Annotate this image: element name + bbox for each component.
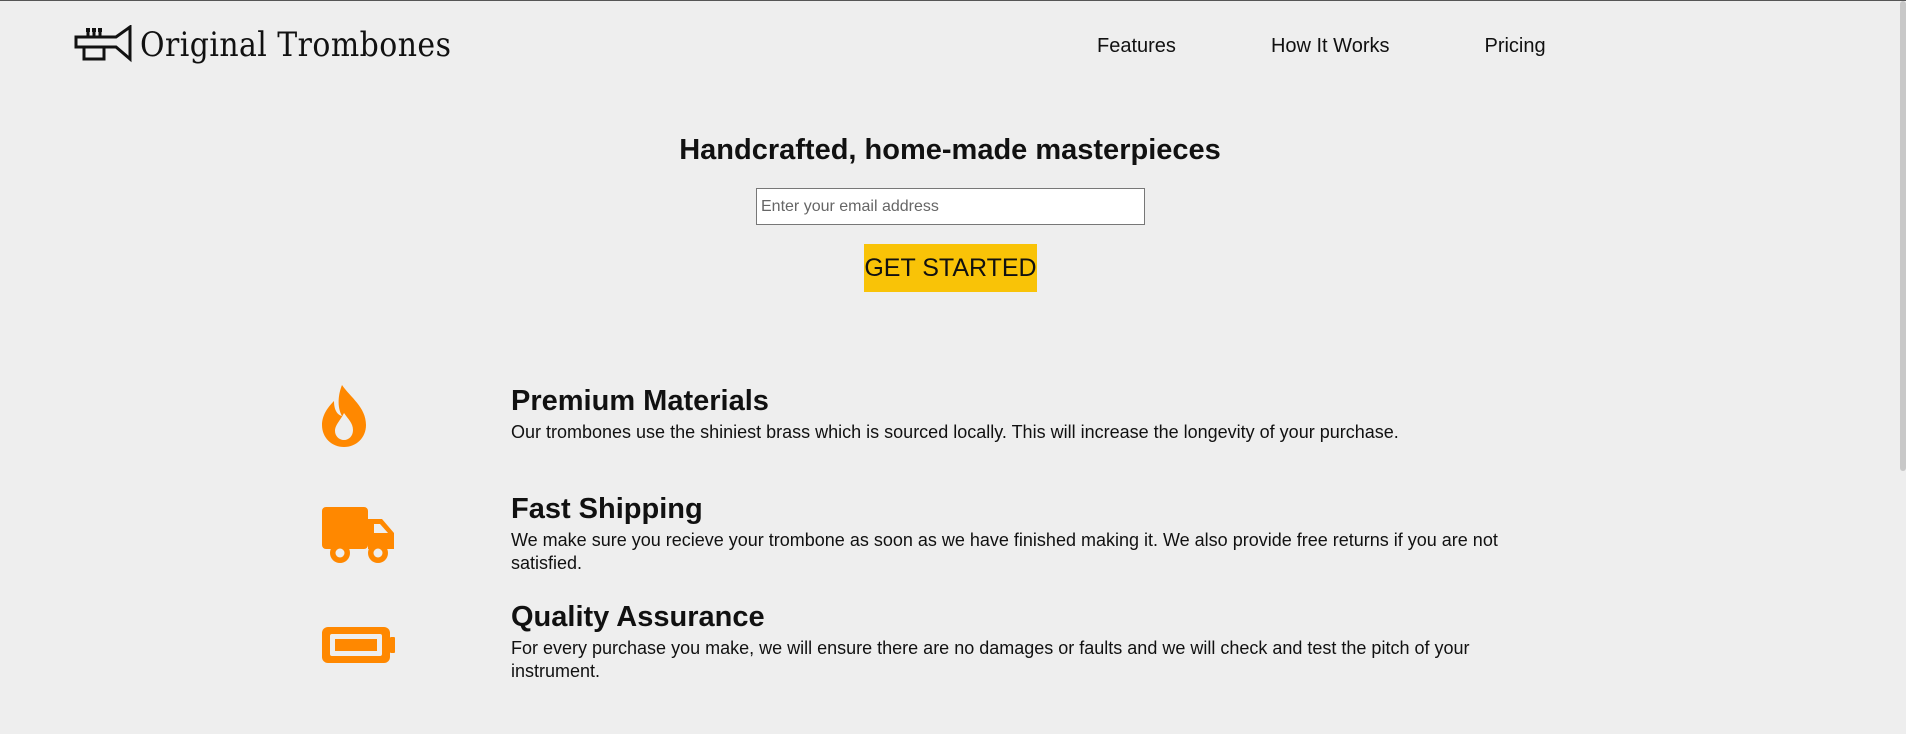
nav-link-how-it-works[interactable]: How It Works <box>1271 35 1390 58</box>
brand-name: Original Trombones <box>140 25 452 65</box>
feature-description: For every purchase you make, we will ens… <box>511 638 1470 681</box>
feature-description: We make sure you recieve your trombone a… <box>511 530 1498 573</box>
feature-title: Quality Assurance <box>511 601 765 633</box>
landing-page: Original Trombones Features How It Works… <box>0 0 1906 734</box>
trumpet-icon <box>74 25 132 63</box>
get-started-button[interactable]: GET STARTED <box>864 244 1037 292</box>
page-scrollbar[interactable] <box>1900 1 1906 471</box>
site-header: Original Trombones Features How It Works… <box>0 1 1906 91</box>
nav-link-features[interactable]: Features <box>1097 35 1176 58</box>
email-input[interactable] <box>756 188 1145 225</box>
truck-icon <box>322 507 394 563</box>
main-nav: Features How It Works Pricing <box>1097 35 1546 58</box>
battery-icon <box>322 627 395 663</box>
feature-title: Premium Materials <box>511 385 769 417</box>
feature-title: Fast Shipping <box>511 493 703 525</box>
hero-title: Handcrafted, home-made masterpieces <box>679 134 1221 166</box>
nav-link-pricing[interactable]: Pricing <box>1484 35 1545 58</box>
fire-icon <box>322 385 366 447</box>
brand-logo[interactable]: Original Trombones <box>74 25 494 65</box>
feature-description: Our trombones use the shiniest brass whi… <box>511 422 1399 442</box>
